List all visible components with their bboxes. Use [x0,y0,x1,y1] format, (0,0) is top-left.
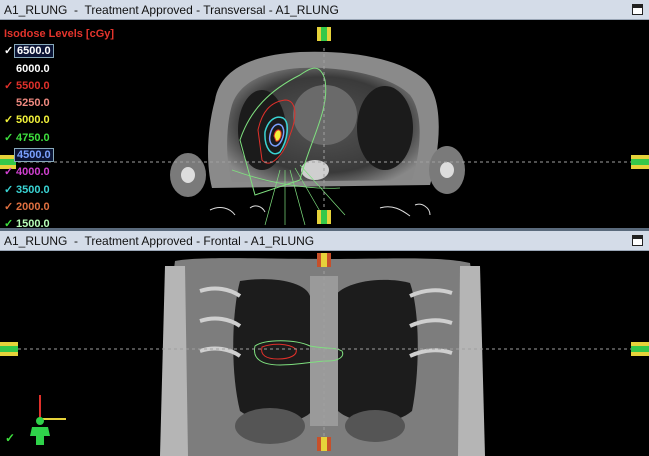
frontal-bottom-marker[interactable] [317,437,331,451]
isodose-level-value: 4000.0 [16,166,50,179]
isodose-level-row[interactable]: ✓ 4000.0 [4,164,114,181]
isodose-check-icon[interactable]: ✓ [4,112,14,129]
isodose-check-icon[interactable]: ✓ [4,130,14,147]
isodose-level-row[interactable]: ✓ 2000.0 [4,199,114,216]
isodose-legend-header: Isodose Levels [cGy] [4,28,115,40]
frontal-view-pane[interactable]: A1_RLUNG - Treatment Approved - Frontal … [0,231,649,456]
check-icon: ✓ [5,431,16,445]
transversal-bottom-marker[interactable] [317,210,331,224]
frontal-maximize-button[interactable] [632,235,643,246]
isodose-level-value: 5500.0 [16,79,50,92]
isodose-check-icon[interactable]: ✓ [4,216,14,228]
isodose-level-value: 6500.0 [14,44,54,59]
isodose-legend[interactable]: Isodose Levels [cGy] ✓ 6500.0 6000.0 ✓ 5500.… [4,26,114,228]
transversal-title: A1_RLUNG - Treatment Approved - Transver… [4,3,339,17]
isodose-level-value: 5000.0 [16,114,50,127]
isodose-check-icon[interactable]: ✓ [4,43,14,60]
isodose-level-value: 2000.0 [16,200,50,213]
isodose-level-value: 4750.0 [16,131,50,144]
isodose-level-row[interactable]: ✓ 5000.0 [4,112,114,129]
isodose-level-value: 1500.0 [16,218,50,228]
transversal-maximize-button[interactable] [632,4,643,15]
isodose-level-value: 6000.0 [16,62,50,75]
frontal-right-marker[interactable] [631,342,649,356]
frontal-ct-image [0,258,649,456]
frontal-title: A1_RLUNG - Treatment Approved - Frontal … [4,234,315,248]
isodose-level-row[interactable]: ✓ 3500.0 [4,182,114,199]
isodose-level-row[interactable]: ✓ 4750.0 [4,130,114,147]
transversal-view-pane[interactable]: A1_RLUNG - Treatment Approved - Transver… [0,0,649,228]
isodose-level-row[interactable]: 6000.0 [4,61,114,78]
frontal-image-viewport[interactable]: ✓ [0,251,649,456]
frontal-top-marker[interactable] [317,253,331,267]
isodose-level-row[interactable]: 4500.0 [4,147,114,164]
isodose-check-icon[interactable]: ✓ [4,182,14,199]
frontal-title-bar[interactable]: A1_RLUNG - Treatment Approved - Frontal … [0,231,649,251]
transversal-top-marker[interactable] [317,27,331,41]
isodose-check-icon[interactable]: ✓ [4,78,14,95]
isodose-level-row[interactable]: ✓ 5500.0 [4,78,114,95]
isodose-level-row[interactable]: ✓ 6500.0 [4,43,114,60]
transversal-title-bar[interactable]: A1_RLUNG - Treatment Approved - Transver… [0,0,649,20]
frontal-left-marker[interactable] [0,342,18,356]
transversal-right-marker[interactable] [631,155,649,169]
isodose-level-row[interactable]: 5250.0 [4,95,114,112]
isodose-check-icon[interactable]: ✓ [4,164,14,181]
isodose-check-icon[interactable]: ✓ [4,199,14,216]
patient-figure-icon [30,417,50,445]
isodose-level-row[interactable]: ✓ 1500.0 [4,216,114,228]
isodose-level-value: 5250.0 [16,97,50,110]
isodose-level-value: 4500.0 [14,148,54,163]
isodose-level-value: 3500.0 [16,183,50,196]
